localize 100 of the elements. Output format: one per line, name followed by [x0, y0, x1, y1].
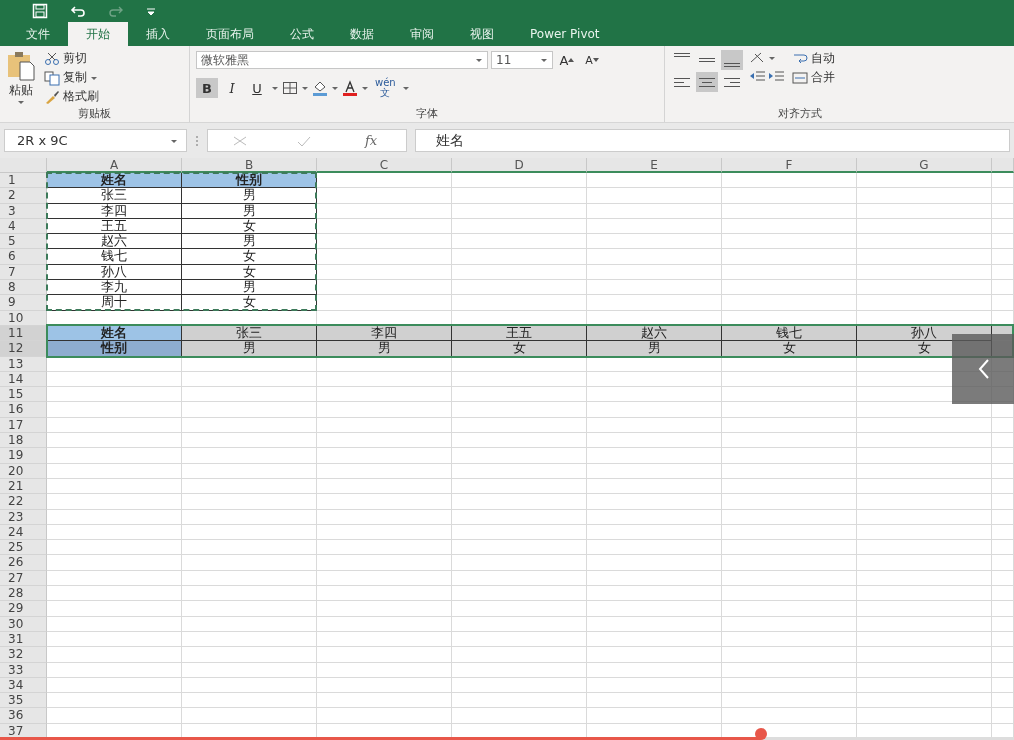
caret-icon[interactable]: [540, 57, 548, 63]
row-header[interactable]: 8: [0, 280, 47, 296]
ribbon-tab[interactable]: 页面布局: [188, 22, 272, 46]
column-header[interactable]: D: [452, 158, 587, 173]
table-cell: 男: [182, 203, 317, 219]
column-header[interactable]: C: [317, 158, 452, 173]
ribbon-tab[interactable]: 文件: [8, 22, 68, 46]
scissors-icon[interactable]: [44, 50, 60, 67]
row-header[interactable]: 9: [0, 295, 47, 311]
row-header[interactable]: 6: [0, 249, 47, 265]
align-icon: [724, 63, 740, 67]
table-cell: 女: [182, 264, 317, 281]
wrap-text-button[interactable]: 自动: [790, 50, 837, 67]
row-header[interactable]: 1: [0, 173, 47, 189]
row-header[interactable]: 12: [0, 341, 47, 357]
font-name-field[interactable]: 微软雅黑: [196, 51, 488, 69]
row-header[interactable]: 5: [0, 234, 47, 250]
caret-icon[interactable]: [170, 137, 178, 144]
column-header[interactable]: A: [47, 158, 182, 173]
paste-button[interactable]: 粘贴: [6, 50, 36, 106]
column-header[interactable]: [992, 158, 1014, 173]
table-cell: 男: [587, 341, 722, 357]
caret-icon[interactable]: [90, 74, 98, 81]
group-label: 剪贴板: [77, 106, 112, 122]
column-header[interactable]: G: [857, 158, 992, 173]
row-header[interactable]: 18: [0, 433, 47, 449]
row-header[interactable]: 28: [0, 586, 47, 602]
grow-font-button[interactable]: A: [556, 50, 578, 70]
increase-indent-icon[interactable]: [768, 68, 784, 84]
progress-track[interactable]: [0, 728, 1014, 740]
table-cell: [992, 448, 1014, 464]
align-button[interactable]: [721, 50, 743, 70]
undo-icon[interactable]: [70, 3, 86, 19]
copy-icon[interactable]: [44, 69, 60, 86]
column-header[interactable]: F: [722, 158, 857, 173]
copy-button[interactable]: 复制: [42, 69, 101, 86]
row-header[interactable]: 19: [0, 448, 47, 464]
table-cell: 周十: [47, 295, 182, 311]
ribbon-tab[interactable]: 公式: [272, 22, 332, 46]
ribbon-tab[interactable]: 视图: [452, 22, 512, 46]
italic-button[interactable]: I: [221, 78, 243, 98]
ribbon-tab[interactable]: 插入: [128, 22, 188, 46]
row-header[interactable]: 29: [0, 601, 47, 617]
table-cell: [992, 647, 1014, 663]
caret-icon[interactable]: [475, 57, 483, 63]
underline-button[interactable]: U: [246, 78, 268, 98]
customize-icon[interactable]: [146, 6, 156, 16]
ribbon-tab[interactable]: 数据: [332, 22, 392, 46]
table-cell: [992, 662, 1014, 678]
brush-icon[interactable]: [44, 88, 60, 105]
caret-icon[interactable]: [271, 85, 279, 91]
decrease-indent-icon[interactable]: [749, 68, 765, 84]
caret-icon[interactable]: [768, 55, 776, 61]
save-icon[interactable]: [32, 3, 48, 19]
cut-button[interactable]: 剪切: [42, 50, 101, 67]
table-cell: 张三: [47, 188, 182, 204]
shrink-font-button[interactable]: A: [581, 50, 603, 70]
row-header[interactable]: 26: [0, 555, 47, 571]
font-color-icon[interactable]: [342, 80, 358, 96]
table-cell: 男: [182, 280, 317, 296]
table-cell: [992, 601, 1014, 617]
table-cell: [992, 693, 1014, 709]
ribbon-tab[interactable]: 开始: [68, 22, 128, 46]
borders-icon[interactable]: [282, 80, 298, 96]
caret-icon[interactable]: [401, 85, 410, 91]
row-header[interactable]: 22: [0, 494, 47, 510]
fill-color-icon[interactable]: [312, 80, 328, 96]
progress-thumb[interactable]: [754, 728, 767, 740]
align-button[interactable]: [696, 72, 718, 92]
bold-button[interactable]: B: [196, 78, 218, 98]
ribbon-tab[interactable]: Power Pivot: [512, 22, 618, 46]
row-header[interactable]: 32: [0, 647, 47, 663]
insert-function-button[interactable]: fx: [360, 130, 382, 151]
row-header[interactable]: 35: [0, 693, 47, 709]
column-header[interactable]: E: [587, 158, 722, 173]
column-header[interactable]: B: [182, 158, 317, 173]
table-cell: 赵六: [47, 234, 182, 250]
ribbon-tab[interactable]: 审阅: [392, 22, 452, 46]
name-box[interactable]: 2R x 9C: [4, 129, 187, 152]
caret-icon[interactable]: [361, 85, 369, 91]
row-header[interactable]: 15: [0, 387, 47, 403]
align-icon: [699, 77, 715, 87]
merge-button[interactable]: 合并: [790, 69, 837, 86]
table-cell: [992, 586, 1014, 602]
row-header[interactable]: 2: [0, 188, 47, 204]
row-header[interactable]: 25: [0, 540, 47, 556]
table-cell: [992, 463, 1014, 479]
phonetic-button[interactable]: wén 文: [372, 76, 399, 100]
table-cell: [992, 631, 1014, 648]
font-size-field[interactable]: 11: [491, 51, 553, 69]
row-header[interactable]: 36: [0, 708, 47, 724]
caret-icon[interactable]: [331, 85, 339, 91]
row-header[interactable]: 16: [0, 402, 47, 418]
up-caret-icon: [568, 58, 575, 62]
caret-icon[interactable]: [17, 99, 25, 105]
table-cell: 性别: [182, 173, 317, 189]
formula-input[interactable]: 姓名: [415, 129, 1010, 152]
format-painter-button[interactable]: 格式刷: [42, 88, 101, 105]
caret-icon[interactable]: [301, 85, 309, 91]
table-cell: [992, 616, 1014, 632]
